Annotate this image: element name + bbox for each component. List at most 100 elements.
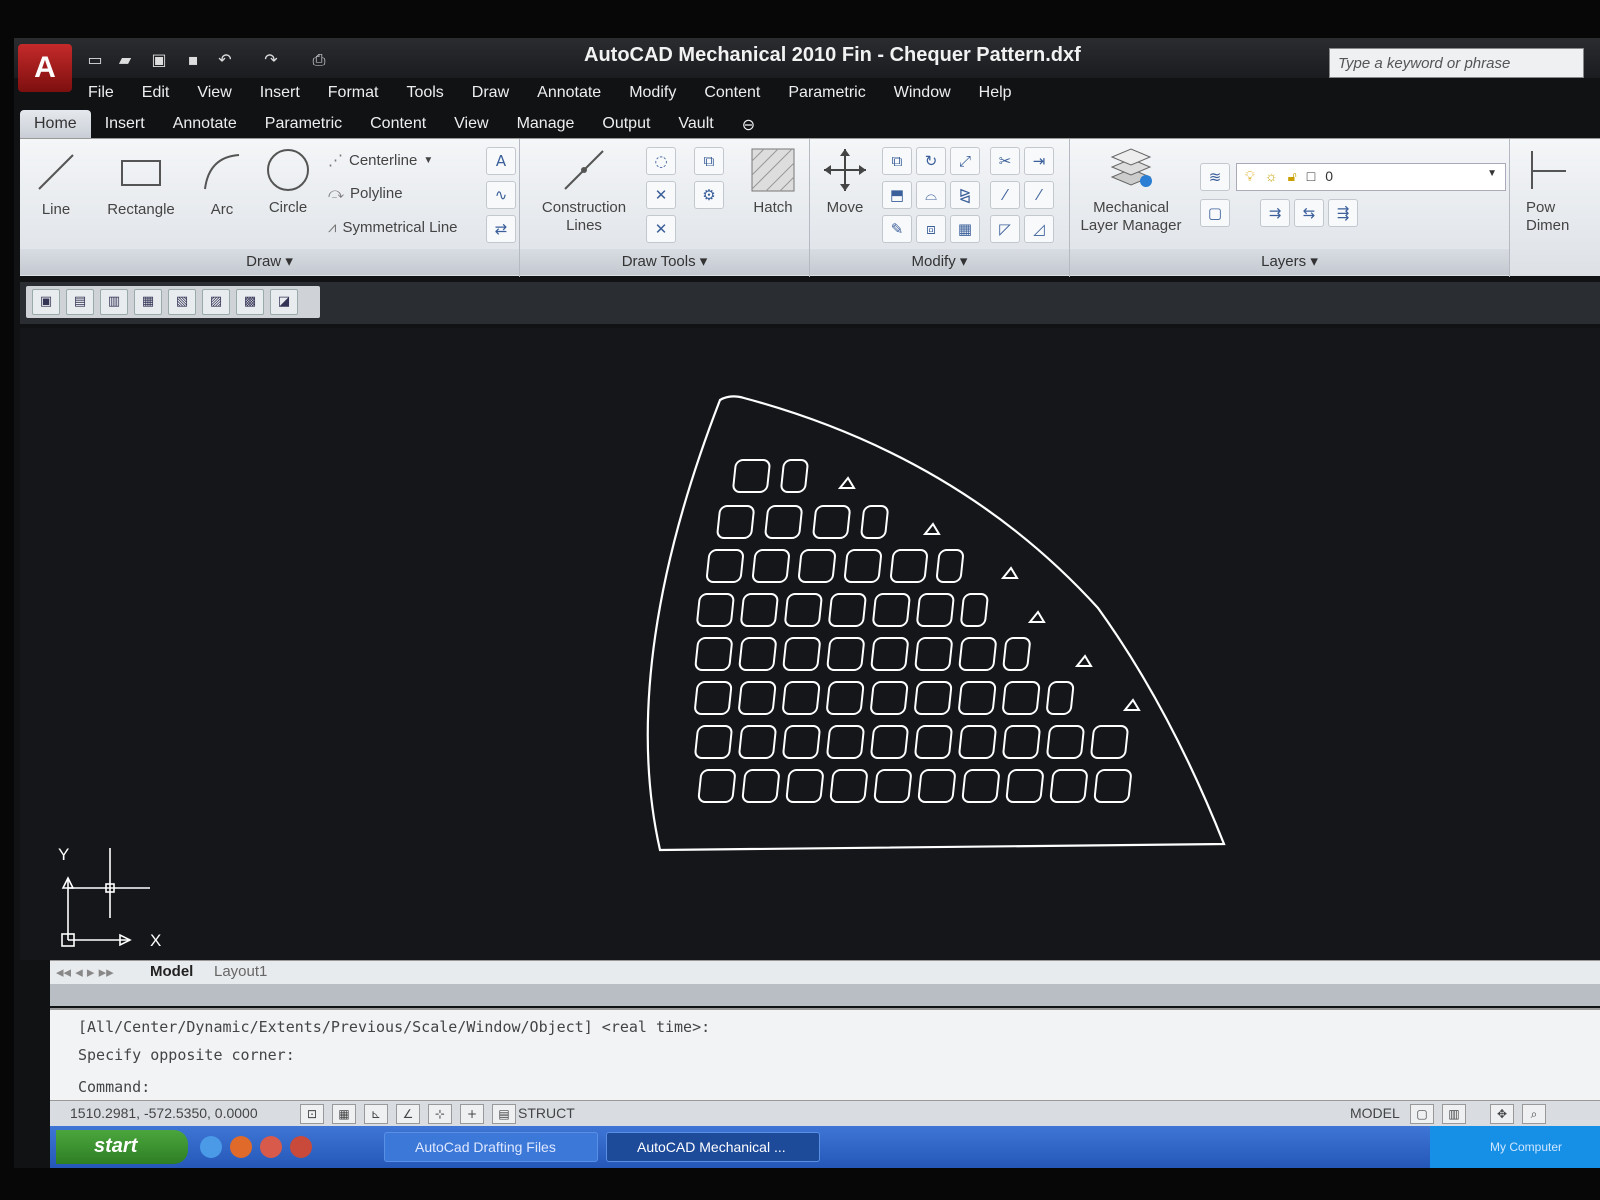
- layer-change-icon[interactable]: ⇆: [1294, 199, 1324, 227]
- circle-button[interactable]: Circle: [260, 147, 316, 216]
- arc-button[interactable]: Arc: [198, 149, 246, 218]
- menu-format[interactable]: Format: [314, 78, 393, 108]
- stretch-icon[interactable]: ⬒: [882, 181, 912, 209]
- layer-dropdown[interactable]: 💡︎ ☼ 🔓︎ □ 0 ▼: [1236, 163, 1506, 191]
- array-icon[interactable]: ▦: [950, 215, 980, 243]
- undo-icon[interactable]: ↶: [214, 50, 236, 70]
- hatch-button[interactable]: Hatch: [746, 147, 800, 216]
- menu-window[interactable]: Window: [880, 78, 965, 108]
- toolbar-button-icon[interactable]: ▥: [100, 289, 128, 315]
- power-dimension-button[interactable]: Pow Dimen: [1526, 147, 1596, 235]
- extend-icon[interactable]: ⇥: [1024, 147, 1054, 175]
- coordinate-readout[interactable]: 1510.2981, -572.5350, 0.0000: [70, 1105, 258, 1121]
- tab-content[interactable]: Content: [356, 110, 440, 138]
- tab-model[interactable]: Model: [150, 963, 193, 980]
- snap-icon[interactable]: ⊡: [300, 1104, 324, 1124]
- ortho-icon[interactable]: ⊾: [364, 1104, 388, 1124]
- model-space-toggle[interactable]: MODEL: [1350, 1105, 1400, 1121]
- toolbar-button-icon[interactable]: ▤: [66, 289, 94, 315]
- menu-view[interactable]: View: [183, 78, 245, 108]
- toolbar-button-icon[interactable]: ▣: [32, 289, 60, 315]
- zoom-icon[interactable]: ⌕: [1522, 1104, 1546, 1124]
- erase-icon[interactable]: ✎: [882, 215, 912, 243]
- replace-tool-icon[interactable]: ⇄: [486, 215, 516, 243]
- tab-manage[interactable]: Manage: [503, 110, 589, 138]
- toolbar-button-icon[interactable]: ▨: [202, 289, 230, 315]
- osnap-icon[interactable]: ⊹: [428, 1104, 452, 1124]
- menu-parametric[interactable]: Parametric: [774, 78, 879, 108]
- plot-icon[interactable]: ⎙: [308, 50, 330, 70]
- text-tool-icon[interactable]: A: [486, 147, 516, 175]
- lineweight-icon[interactable]: ▤: [492, 1104, 516, 1124]
- menu-insert[interactable]: Insert: [246, 78, 314, 108]
- menu-edit[interactable]: Edit: [128, 78, 184, 108]
- line-button[interactable]: Line: [28, 149, 84, 218]
- toolbar-button-icon[interactable]: ▩: [236, 289, 264, 315]
- layer-isolate-icon[interactable]: ⇶: [1328, 199, 1358, 227]
- polar-icon[interactable]: ∠: [396, 1104, 420, 1124]
- explode-icon[interactable]: ◿: [1024, 215, 1054, 243]
- fillet-icon[interactable]: ⌓: [916, 181, 946, 209]
- circle-tool-icon[interactable]: ◌: [646, 147, 676, 175]
- symmetrical-line-button[interactable]: ⩘ Symmetrical Line: [328, 219, 458, 236]
- move-button[interactable]: Move: [818, 147, 872, 216]
- pan-icon[interactable]: ✥: [1490, 1104, 1514, 1124]
- layers-panel-title[interactable]: Layers ▾: [1070, 249, 1509, 275]
- tab-parametric[interactable]: Parametric: [251, 110, 356, 138]
- redo-icon[interactable]: ↷: [260, 50, 282, 70]
- new-file-icon[interactable]: ▭: [84, 50, 106, 70]
- join-icon[interactable]: ⁄: [1024, 181, 1054, 209]
- mechanical-layer-manager-button[interactable]: Mechanical Layer Manager: [1076, 147, 1186, 235]
- offset-icon[interactable]: ⧈: [916, 215, 946, 243]
- media-icon[interactable]: [260, 1136, 282, 1158]
- break-icon[interactable]: ⁄: [990, 181, 1020, 209]
- menu-help[interactable]: Help: [965, 78, 1026, 108]
- construction-lines-button[interactable]: Construction Lines: [534, 147, 634, 235]
- scale-icon[interactable]: ⤢: [950, 147, 980, 175]
- tab-output[interactable]: Output: [588, 110, 664, 138]
- application-menu-button[interactable]: A: [18, 44, 72, 92]
- ie-icon[interactable]: [200, 1136, 222, 1158]
- tab-home[interactable]: Home: [20, 110, 91, 138]
- command-window[interactable]: [All/Center/Dynamic/Extents/Previous/Sca…: [50, 1008, 1600, 1100]
- taskbar-item-drafting-files[interactable]: AutoCad Drafting Files: [384, 1132, 598, 1162]
- centerline-button[interactable]: ⋰ Centerline ▼: [328, 151, 433, 170]
- trim-icon[interactable]: ✂: [990, 147, 1020, 175]
- polyline-button[interactable]: ⤼ Polyline: [328, 185, 403, 202]
- menu-content[interactable]: Content: [690, 78, 774, 108]
- search-input[interactable]: Type a keyword or phrase: [1329, 48, 1584, 78]
- app-icon[interactable]: [290, 1136, 312, 1158]
- taskbar-item-autocad[interactable]: AutoCAD Mechanical ...: [606, 1132, 820, 1162]
- draw-panel-title[interactable]: Draw ▾: [20, 249, 519, 275]
- quickview-icon[interactable]: ▥: [1442, 1104, 1466, 1124]
- gear-tool-icon[interactable]: ⚙: [694, 181, 724, 209]
- tab-vault[interactable]: Vault: [664, 110, 727, 138]
- ribbon-minimize-icon[interactable]: ⊖: [728, 110, 769, 138]
- start-button[interactable]: start: [56, 1130, 188, 1164]
- menu-modify[interactable]: Modify: [615, 78, 690, 108]
- delete-tool-icon[interactable]: ✕: [646, 181, 676, 209]
- struct-toggle[interactable]: STRUCT: [518, 1105, 575, 1121]
- layer-color-swatch-icon[interactable]: ▢: [1200, 199, 1230, 227]
- command-prompt[interactable]: Command:: [78, 1078, 150, 1096]
- tab-annotate[interactable]: Annotate: [159, 110, 251, 138]
- copy-tool-icon[interactable]: ⧉: [694, 147, 724, 175]
- grid-icon[interactable]: ▦: [332, 1104, 356, 1124]
- toolbar-button-icon[interactable]: ◪: [270, 289, 298, 315]
- toolbar-button-icon[interactable]: ▦: [134, 289, 162, 315]
- drawing-canvas[interactable]: Y X: [20, 328, 1600, 960]
- rotate-icon[interactable]: ↻: [916, 147, 946, 175]
- rectangle-button[interactable]: Rectangle: [100, 149, 182, 218]
- tab-insert[interactable]: Insert: [91, 110, 159, 138]
- menu-tools[interactable]: Tools: [392, 78, 457, 108]
- tab-navigation-icon[interactable]: ◂◂ ◂ ▸ ▸▸: [56, 963, 114, 981]
- save-icon[interactable]: ▣: [148, 50, 170, 70]
- layout-icon[interactable]: ▢: [1410, 1104, 1434, 1124]
- chamfer-icon[interactable]: ◸: [990, 215, 1020, 243]
- copy-icon[interactable]: ⧉: [882, 147, 912, 175]
- intersect-tool-icon[interactable]: ✕: [646, 215, 676, 243]
- saveas-icon[interactable]: ▪: [182, 50, 204, 70]
- spline-tool-icon[interactable]: ∿: [486, 181, 516, 209]
- draw-tools-panel-title[interactable]: Draw Tools ▾: [520, 249, 809, 275]
- modify-panel-title[interactable]: Modify ▾: [810, 249, 1069, 275]
